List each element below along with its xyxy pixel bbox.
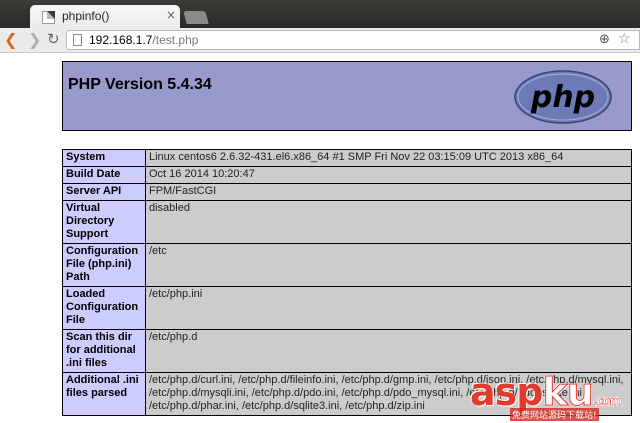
row-value: Linux centos6 2.6.32-431.el6.x86_64 #1 S… [145, 149, 632, 167]
php-logo-text: php [530, 80, 595, 115]
page-icon [73, 34, 82, 46]
browser-toolbar: ❮ ❯ ↻ 192.168.1.7/test.php ⊕ ☆ [0, 28, 640, 53]
url-path: /test.php [152, 33, 199, 47]
row-label: Server API [62, 183, 146, 201]
close-icon[interactable]: × [166, 8, 176, 22]
table-row: Configuration File (php.ini) Path/etc [62, 243, 632, 287]
star-icon[interactable]: ☆ [618, 31, 631, 47]
back-arrow-icon[interactable]: ❮ [4, 30, 17, 49]
reload-icon[interactable]: ↻ [47, 30, 60, 48]
address-bar[interactable]: 192.168.1.7/test.php ⊕ ☆ [66, 30, 640, 50]
tab-title: phpinfo() [62, 9, 110, 23]
table-row: Loaded Configuration File/etc/php.ini [62, 286, 632, 330]
table-row: System Linux centos6 2.6.32-431.el6.x86_6… [62, 149, 632, 167]
url-host: 192.168.1.7 [89, 33, 153, 47]
row-label: Virtual Directory Support [62, 200, 146, 244]
row-value: FPM/FastCGI [145, 183, 632, 201]
watermark: aspku.com 免费网站源码下载站! [470, 370, 640, 423]
php-logo: php [514, 70, 612, 124]
zoom-icon[interactable]: ⊕ [599, 32, 610, 47]
table-row: Scan this dir for additional .ini files /… [62, 329, 632, 373]
table-row: Server API FPM/FastCGI [62, 183, 632, 201]
table-row: Virtual Directory Support disabled [62, 200, 632, 244]
row-value: Oct 16 2014 10:20:47 [145, 166, 632, 184]
row-label: System [62, 149, 146, 167]
row-label: Configuration File (php.ini) Path [62, 243, 146, 287]
row-value: /etc/php.ini [145, 286, 632, 330]
row-label: Build Date [62, 166, 146, 184]
page-favicon-icon [42, 11, 55, 24]
forward-arrow-icon[interactable]: ❯ [28, 30, 41, 49]
page-title: PHP Version 5.4.34 [68, 76, 212, 93]
row-label: Additional .ini files parsed [62, 372, 146, 416]
watermark-tagline: 免费网站源码下载站! [510, 408, 599, 421]
php-header: PHP Version 5.4.34 php [62, 61, 632, 131]
row-label: Loaded Configuration File [62, 286, 146, 330]
page-content: PHP Version 5.4.34 php System Linux cento… [0, 53, 640, 423]
row-value: disabled [145, 200, 632, 244]
watermark-tld: .com [592, 394, 623, 409]
row-label: Scan this dir for additional .ini files [62, 329, 146, 373]
table-row: Build Date Oct 16 2014 10:20:47 [62, 166, 632, 184]
url-text[interactable]: 192.168.1.7/test.php [89, 33, 198, 47]
row-value: /etc [145, 243, 632, 287]
tab-phpinfo[interactable]: phpinfo() × [30, 5, 180, 28]
new-tab-button[interactable] [183, 11, 209, 24]
browser-titlebar: phpinfo() × [0, 0, 640, 28]
row-value: /etc/php.d [145, 329, 632, 373]
